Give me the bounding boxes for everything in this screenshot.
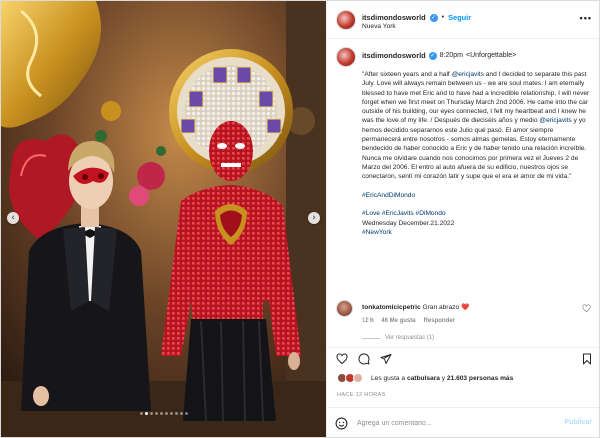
hashtag-link[interactable]: #NewYork (362, 229, 392, 236)
carousel-dot (174, 412, 178, 415)
carousel-dot (154, 412, 158, 415)
view-replies-button[interactable]: Ver respuestas (1) (362, 335, 434, 341)
post-photo[interactable]: ‹ › (1, 1, 326, 437)
emoji-smiley-icon[interactable] (335, 417, 348, 430)
comment-age: 11 h (362, 318, 374, 324)
post-caption: itsdimondosworld ✓ 8:20pm <Unforgettable… (327, 39, 599, 339)
caption-username[interactable]: itsdimondosworld (362, 51, 426, 60)
bookmark-icon[interactable] (581, 353, 593, 365)
share-paper-plane-icon[interactable] (380, 353, 392, 365)
carousel-dot (139, 412, 143, 415)
verified-badge-icon: ✓ (429, 13, 438, 22)
follow-button[interactable]: Seguir (448, 13, 471, 22)
caption-title: <Unforgettable> (466, 52, 517, 59)
likes-count[interactable]: 21.603 personas más (447, 375, 513, 382)
likes-connector: y (441, 375, 446, 382)
carousel-dot (169, 412, 173, 415)
action-bar (327, 347, 599, 369)
avatar[interactable] (336, 10, 356, 30)
verified-badge-icon: ✓ (428, 51, 437, 60)
post-header: itsdimondosworld ✓ • Seguir Nueva York •… (327, 1, 599, 39)
heart-emoji-icon: ❤️ (460, 304, 470, 311)
comment-composer: Publicar (327, 407, 599, 437)
carousel-dot (144, 412, 148, 415)
likes-prefix: Les gusta a (371, 375, 406, 382)
caption-time: 8:20pm (439, 52, 463, 59)
post-comment-button[interactable]: Publicar (564, 419, 592, 426)
comment-likes[interactable]: 46 Me gusta (381, 318, 415, 324)
comment-like-heart-icon[interactable] (582, 304, 591, 313)
avatar[interactable] (336, 300, 353, 317)
chevron-left-icon: ‹ (11, 212, 15, 223)
carousel-dot (159, 412, 163, 415)
more-options-icon[interactable]: ••• (580, 13, 592, 23)
caption-text: "After sixteen years and a half @ericjav… (362, 70, 592, 237)
liker-username[interactable]: catbulsara (407, 375, 440, 382)
chevron-right-icon: › (312, 212, 316, 223)
comment-item: tonkatomicicpetric Gran abrazo ❤️ 11 h 4… (327, 297, 599, 347)
carousel-dot (164, 412, 168, 415)
carousel-dot (149, 412, 153, 415)
avatar (353, 373, 363, 383)
hashtag-link[interactable]: #Love (362, 210, 380, 217)
separator-dot: • (441, 14, 445, 21)
avatar[interactable] (336, 47, 356, 67)
hashtag-link[interactable]: #EricJavits (382, 210, 414, 217)
like-heart-icon[interactable] (336, 353, 348, 365)
post-location[interactable]: Nueva York (362, 23, 396, 30)
hashtag-link[interactable]: #EricAndDiMondo (362, 192, 415, 199)
caption-text-part: "After sixteen years and a half (362, 71, 452, 78)
carousel-dot (179, 412, 183, 415)
hashtag-link[interactable]: #DiMondo (416, 210, 446, 217)
carousel-prev-button[interactable]: ‹ (7, 212, 19, 224)
carousel-indicator (1, 412, 326, 415)
comment-bubble-icon[interactable] (358, 353, 370, 365)
likes-summary: Les gusta a catbulsara y 21.603 personas… (327, 371, 599, 389)
caption-date: Wednesday December.21.2022 (362, 219, 455, 227)
instagram-post-window: ‹ › itsdimondosworld ✓ • Seguir Nueva Yo… (0, 0, 600, 438)
post-timestamp: HACE 12 HORAS (337, 392, 386, 398)
carousel-next-button[interactable]: › (308, 212, 320, 224)
caption-text-part: y yo hemos decidido separarnos este Juli… (362, 117, 587, 181)
reply-button[interactable]: Responder (424, 318, 455, 324)
photo-scene (1, 1, 326, 437)
post-detail-panel: itsdimondosworld ✓ • Seguir Nueva York •… (326, 1, 599, 437)
view-replies-label: Ver respuestas (1) (385, 335, 435, 341)
carousel-dot (184, 412, 188, 415)
comment-input[interactable] (357, 416, 547, 430)
comment-text: Gran abrazo (422, 304, 460, 311)
mention-link[interactable]: @ericjavits (539, 117, 571, 124)
author-username[interactable]: itsdimondosworld (362, 13, 426, 22)
mention-link[interactable]: @ericjavits (452, 71, 484, 78)
comment-username[interactable]: tonkatomicicpetric (362, 304, 421, 311)
